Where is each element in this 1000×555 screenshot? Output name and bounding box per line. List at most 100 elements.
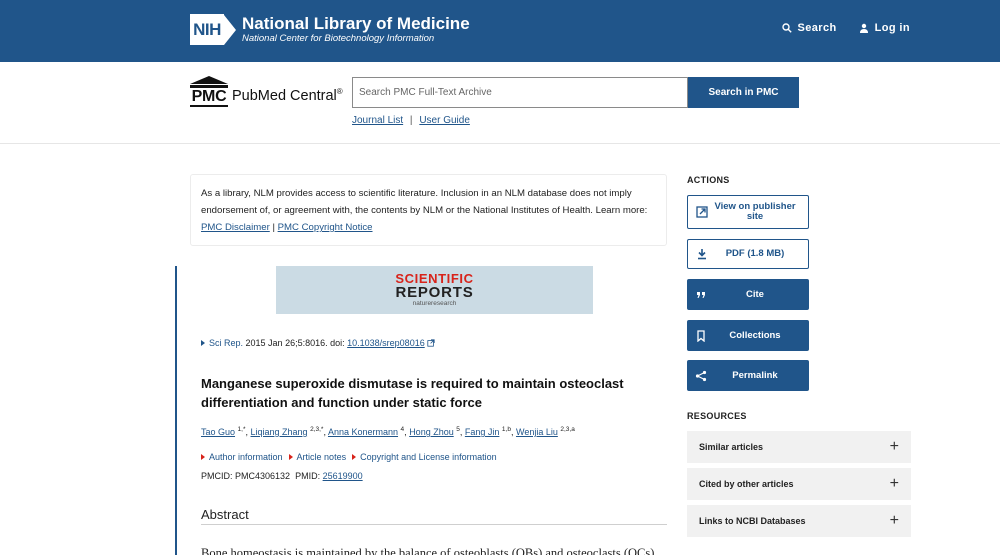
abstract-heading: Abstract (201, 507, 249, 522)
external-link-icon (688, 206, 710, 218)
author-affiliation: 4 (400, 426, 405, 433)
author-information-link[interactable]: Author information (201, 452, 283, 462)
journal-banner[interactable]: SCIENTIFIC REPORTS natureresearch (276, 266, 593, 314)
user-icon (859, 23, 868, 33)
author-link[interactable]: Tao Guo (201, 427, 235, 437)
collections-button[interactable]: Collections (687, 320, 809, 351)
nih-logo[interactable]: NIH National Library of Medicine Nationa… (190, 14, 470, 45)
nih-logo-box: NIH (190, 14, 224, 45)
nih-actions: Search Log in (781, 22, 910, 34)
expand-triangle-icon (288, 454, 293, 460)
author-link[interactable]: Hong Zhou (409, 427, 454, 437)
search-icon (781, 23, 792, 33)
permalink-button[interactable]: Permalink (687, 360, 809, 391)
citation-details: 2015 Jan 26;5:8016. doi: (245, 338, 345, 348)
cite-label: Cite (746, 288, 764, 300)
expand-triangle-icon (201, 340, 205, 346)
nih-logo-arrow (224, 14, 236, 45)
pmc-logo-mark: PMC (190, 76, 228, 107)
search-in-pmc-button[interactable]: Search in PMC (688, 77, 799, 108)
author-affiliation: 5 (456, 426, 460, 433)
disclaimer-separator: | (272, 222, 275, 233)
nih-search-button[interactable]: Search (781, 22, 837, 34)
citation-line: Sci Rep. 2015 Jan 26;5:8016. doi: 10.103… (201, 338, 435, 348)
bookmark-icon (687, 329, 709, 342)
pmc-logo-letters: PMC (191, 88, 227, 105)
actions-heading: ACTIONS (687, 175, 730, 185)
author-link[interactable]: Wenjia Liu (516, 427, 558, 437)
pmc-roof-shape (190, 76, 228, 84)
journal-link[interactable]: Sci Rep. (209, 338, 243, 348)
article-notes-label: Article notes (296, 452, 347, 462)
download-icon (688, 248, 710, 260)
ncbi-subtitle: National Center for Biotechnology Inform… (242, 32, 435, 44)
author-link[interactable]: Liqiang Zhang (251, 427, 308, 437)
doi-link[interactable]: 10.1038/srep08016 (347, 338, 425, 348)
cited-by-label: Cited by other articles (699, 479, 794, 489)
user-guide-link[interactable]: User Guide (419, 115, 470, 126)
expand-triangle-icon (352, 454, 357, 460)
cite-button[interactable]: Cite (687, 279, 809, 310)
article-info-links: Author information Article notes Copyrig… (201, 452, 497, 462)
permalink-label: Permalink (732, 369, 778, 381)
expand-triangle-icon (201, 454, 205, 460)
author-link[interactable]: Anna Konermann (328, 427, 398, 437)
pmid-label: PMID: (295, 471, 321, 481)
journal-banner-line3: natureresearch (412, 300, 457, 307)
plus-icon: + (889, 512, 899, 529)
view-on-publisher-button[interactable]: View on publisher site (687, 195, 809, 229)
article-left-rule (175, 266, 177, 555)
copyright-license-link[interactable]: Copyright and License information (352, 452, 497, 462)
pmc-copyright-link[interactable]: PMC Copyright Notice (278, 222, 373, 233)
author-affiliation: 2,3,* (310, 426, 324, 433)
resources-heading: RESOURCES (687, 411, 747, 421)
copyright-license-label: Copyright and License information (360, 452, 497, 462)
nih-banner: NIH National Library of Medicine Nationa… (0, 0, 1000, 62)
article-title: Manganese superoxide dismutase is requir… (201, 376, 624, 410)
ncbi-links-toggle[interactable]: Links to NCBI Databases + (687, 505, 911, 537)
view-on-publisher-label: View on publisher site (714, 201, 796, 222)
ncbi-links-label: Links to NCBI Databases (699, 516, 806, 526)
pmc-name: PubMed Central® (232, 84, 343, 107)
pmc-nav-links: Journal List | User Guide (352, 115, 470, 126)
plus-icon: + (889, 475, 899, 492)
share-icon (687, 370, 709, 382)
pdf-download-button[interactable]: PDF (1.8 MB) (687, 239, 809, 269)
pmcid-label: PMCID: PMC4306132 (201, 471, 291, 481)
pmid-link[interactable]: 25619900 (323, 471, 363, 481)
pmc-logo[interactable]: PMC PubMed Central® (190, 76, 343, 107)
pdf-label: PDF (1.8 MB) (725, 248, 785, 259)
learn-more-label: Learn more: (595, 205, 648, 216)
cited-by-toggle[interactable]: Cited by other articles + (687, 468, 911, 500)
author-affiliation: 1,b (501, 426, 511, 433)
nav-separator: | (409, 115, 413, 126)
registered-mark: ® (336, 87, 343, 97)
journal-banner-line2: REPORTS (395, 284, 474, 301)
abstract-divider (201, 524, 667, 525)
nih-login-button[interactable]: Log in (859, 22, 910, 34)
nih-search-label: Search (797, 22, 837, 34)
journal-list-link[interactable]: Journal List (352, 115, 403, 126)
pmc-search-input[interactable]: Search PMC Full-Text Archive (352, 77, 688, 108)
nih-login-label: Log in (874, 22, 910, 34)
nlm-disclaimer: As a library, NLM provides access to sci… (190, 174, 667, 246)
article-notes-link[interactable]: Article notes (288, 452, 347, 462)
similar-articles-label: Similar articles (699, 442, 764, 452)
quote-icon (687, 289, 709, 301)
abstract-text: Bone homeostasis is maintained by the ba… (201, 546, 655, 555)
disclaimer-text: As a library, NLM provides access to sci… (201, 188, 632, 216)
author-affiliation: 2,3,a (560, 426, 575, 433)
external-link-icon (427, 339, 435, 347)
author-affiliation: 1,* (237, 426, 246, 433)
nih-logo-text: National Library of Medicine National Ce… (242, 13, 470, 45)
nlm-title: National Library of Medicine (242, 13, 470, 33)
author-list: Tao Guo 1,*, Liqiang Zhang 2,3,*, Anna K… (201, 426, 575, 437)
collections-label: Collections (729, 329, 781, 341)
author-information-label: Author information (209, 452, 283, 462)
pmc-header: PMC PubMed Central® Search PMC Full-Text… (0, 62, 1000, 144)
author-link[interactable]: Fang Jin (465, 427, 500, 437)
pmc-underline-shape (190, 105, 228, 107)
pmc-name-text: PubMed Central (232, 88, 337, 104)
similar-articles-toggle[interactable]: Similar articles + (687, 431, 911, 463)
pmc-disclaimer-link[interactable]: PMC Disclaimer (201, 222, 270, 233)
